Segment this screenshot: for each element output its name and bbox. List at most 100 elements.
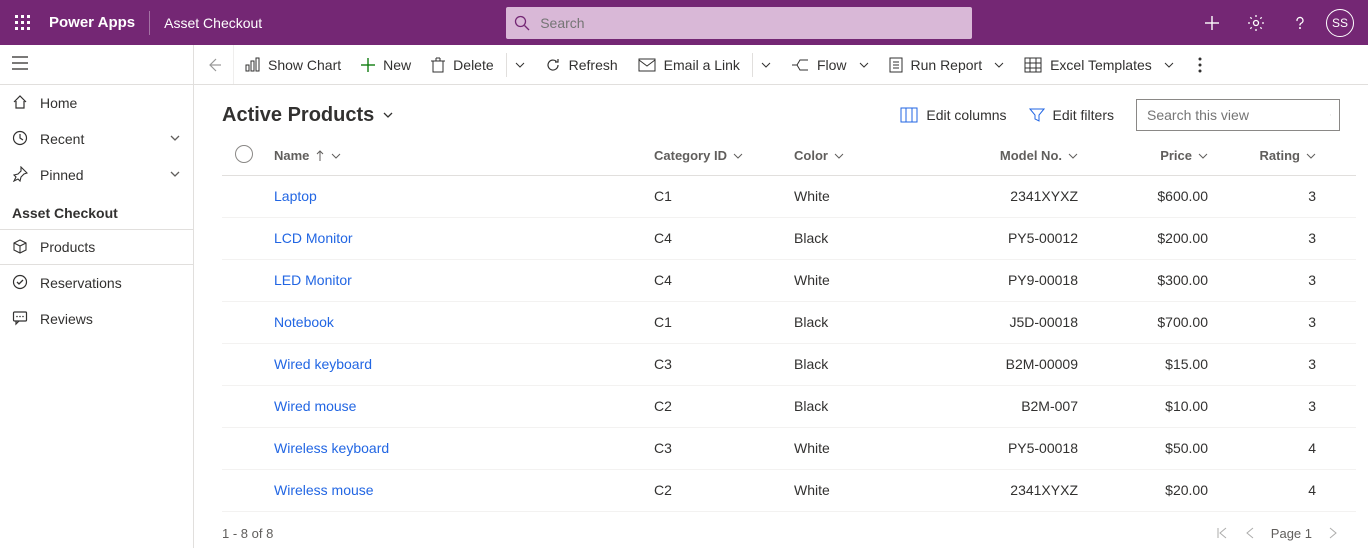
table-row[interactable]: Wired keyboardC3BlackB2M-00009$15.003: [222, 343, 1356, 385]
sidebar-item-recent[interactable]: Recent: [0, 121, 193, 157]
table-row[interactable]: LCD MonitorC4BlackPY5-00012$200.003: [222, 217, 1356, 259]
sidebar-item-label: Reservations: [40, 275, 122, 291]
row-select[interactable]: [222, 343, 266, 385]
cell-model: PY5-00018: [906, 427, 1106, 469]
back-button[interactable]: [194, 45, 234, 85]
col-price-label: Price: [1160, 148, 1192, 163]
row-select[interactable]: [222, 217, 266, 259]
home-icon: [12, 94, 28, 113]
new-button[interactable]: New: [351, 45, 421, 85]
col-rating-header[interactable]: Rating: [1236, 137, 1356, 175]
cell-rating: 3: [1236, 301, 1356, 343]
delete-button[interactable]: Delete: [421, 45, 503, 85]
sidebar: HomeRecentPinned Asset Checkout Products…: [0, 45, 194, 548]
email-link-button[interactable]: Email a Link: [628, 45, 750, 85]
cell-color: Black: [786, 217, 906, 259]
view-search[interactable]: [1136, 99, 1340, 131]
table-row[interactable]: Wireless keyboardC3WhitePY5-00018$50.004: [222, 427, 1356, 469]
row-select[interactable]: [222, 301, 266, 343]
col-name-header[interactable]: Name: [266, 137, 646, 175]
sidebar-item-reservations[interactable]: Reservations: [0, 265, 193, 301]
row-select[interactable]: [222, 469, 266, 511]
sidebar-item-label: Reviews: [40, 311, 93, 327]
user-avatar[interactable]: SS: [1326, 9, 1354, 37]
view-selector[interactable]: Active Products: [222, 104, 394, 127]
next-page-icon[interactable]: [1326, 526, 1340, 540]
sidebar-item-home[interactable]: Home: [0, 85, 193, 121]
cell-category: C2: [646, 469, 786, 511]
row-select[interactable]: [222, 427, 266, 469]
app-launcher-icon[interactable]: [0, 0, 45, 45]
email-split[interactable]: [755, 45, 781, 85]
excel-templates-button[interactable]: Excel Templates: [1014, 45, 1184, 85]
data-grid: Name Category ID Color Model No. Price R…: [194, 137, 1368, 518]
help-button[interactable]: [1278, 0, 1322, 45]
record-link[interactable]: Wired mouse: [274, 398, 356, 414]
table-row[interactable]: LaptopC1White2341XYXZ$600.003: [222, 175, 1356, 217]
cell-name: Notebook: [266, 301, 646, 343]
record-link[interactable]: Wired keyboard: [274, 356, 372, 372]
first-page-icon[interactable]: [1215, 526, 1229, 540]
record-link[interactable]: Wireless keyboard: [274, 440, 389, 456]
record-link[interactable]: Laptop: [274, 188, 317, 204]
record-link[interactable]: LCD Monitor: [274, 230, 353, 246]
record-link[interactable]: Notebook: [274, 314, 334, 330]
chevron-down-icon: [169, 167, 181, 183]
flow-button[interactable]: Flow: [781, 45, 879, 85]
prev-page-icon[interactable]: [1243, 526, 1257, 540]
sidebar-item-pinned[interactable]: Pinned: [0, 157, 193, 193]
sidebar-item-products[interactable]: Products: [0, 229, 193, 265]
view-search-input[interactable]: [1145, 106, 1330, 124]
cell-name: Wired mouse: [266, 385, 646, 427]
excel-icon: [1024, 57, 1042, 73]
edit-columns-button[interactable]: Edit columns: [900, 107, 1006, 123]
page-number: Page 1: [1271, 526, 1312, 541]
add-button[interactable]: [1190, 0, 1234, 45]
cell-color: White: [786, 175, 906, 217]
sidebar-item-reviews[interactable]: Reviews: [0, 301, 193, 337]
run-report-button[interactable]: Run Report: [879, 45, 1015, 85]
cell-color: Black: [786, 343, 906, 385]
chevron-down-icon: [834, 151, 844, 161]
cell-model: J5D-00018: [906, 301, 1106, 343]
delete-split[interactable]: [509, 45, 535, 85]
global-search[interactable]: [506, 7, 972, 39]
more-commands[interactable]: [1188, 45, 1212, 85]
cell-rating: 3: [1236, 343, 1356, 385]
table-row[interactable]: NotebookC1BlackJ5D-00018$700.003: [222, 301, 1356, 343]
sidebar-item-label: Pinned: [40, 167, 84, 183]
refresh-button[interactable]: Refresh: [535, 45, 628, 85]
table-row[interactable]: Wired mouseC2BlackB2M-007$10.003: [222, 385, 1356, 427]
table-row[interactable]: LED MonitorC4WhitePY9-00018$300.003: [222, 259, 1356, 301]
sidebar-toggle[interactable]: [12, 56, 28, 73]
chevron-down-icon: [1164, 60, 1174, 70]
cell-color: Black: [786, 385, 906, 427]
chevron-down-icon: [761, 60, 771, 70]
show-chart-label: Show Chart: [268, 57, 341, 73]
edit-filters-button[interactable]: Edit filters: [1029, 107, 1114, 123]
table-row[interactable]: Wireless mouseC2White2341XYXZ$20.004: [222, 469, 1356, 511]
row-select[interactable]: [222, 259, 266, 301]
cell-price: $200.00: [1106, 217, 1236, 259]
record-link[interactable]: LED Monitor: [274, 272, 352, 288]
chat-icon: [12, 310, 28, 329]
row-select[interactable]: [222, 175, 266, 217]
settings-button[interactable]: [1234, 0, 1278, 45]
cell-rating: 3: [1236, 217, 1356, 259]
col-category-header[interactable]: Category ID: [646, 137, 786, 175]
col-price-header[interactable]: Price: [1106, 137, 1236, 175]
chevron-down-icon: [859, 60, 869, 70]
global-search-input[interactable]: [538, 14, 964, 32]
show-chart-button[interactable]: Show Chart: [234, 45, 351, 85]
select-all[interactable]: [222, 137, 266, 175]
cell-price: $700.00: [1106, 301, 1236, 343]
cell-color: White: [786, 469, 906, 511]
record-link[interactable]: Wireless mouse: [274, 482, 374, 498]
col-model-header[interactable]: Model No.: [906, 137, 1106, 175]
back-arrow-icon: [206, 57, 222, 73]
cell-model: PY5-00012: [906, 217, 1106, 259]
col-color-header[interactable]: Color: [786, 137, 906, 175]
menu-icon: [12, 56, 28, 70]
run-report-label: Run Report: [911, 57, 983, 73]
row-select[interactable]: [222, 385, 266, 427]
